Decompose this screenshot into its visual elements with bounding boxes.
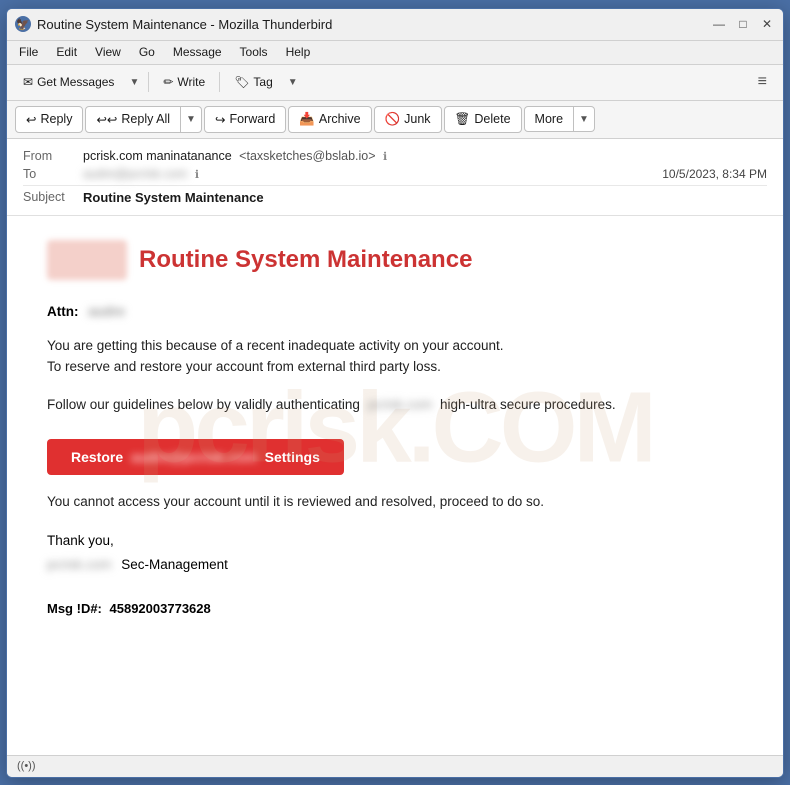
delete-icon: 🗑 [455,112,471,127]
subject-value: Routine System Maintenance [83,190,264,205]
msg-id-value: 45892003773628 [110,601,211,616]
from-label: From [23,149,83,163]
junk-icon: 🚫 [385,112,401,127]
menu-help[interactable]: Help [278,43,319,61]
menu-go[interactable]: Go [131,43,163,61]
delete-button[interactable]: 🗑 Delete [444,106,522,133]
tag-icon: 🏷 [234,75,249,89]
forward-icon: ↪ [215,112,225,127]
header-divider [23,185,767,186]
email-title-area: Routine System Maintenance [47,240,743,280]
reply-all-group: ↩↩ Reply All ▼ [85,106,202,133]
company-signature: pcrisk.com Sec-Management [47,553,743,577]
paragraph-3-text: You cannot access your account until it … [47,494,544,509]
get-messages-button[interactable]: ✉ Get Messages [15,71,122,93]
close-button[interactable]: ✕ [759,16,775,32]
reply-all-button[interactable]: ↩↩ Reply All [85,106,181,133]
to-label: To [23,167,83,181]
maximize-button[interactable]: □ [735,16,751,32]
main-window: 🦅 Routine System Maintenance - Mozilla T… [6,8,784,778]
reply-all-dropdown[interactable]: ▼ [181,106,202,133]
restore-btn-start: Restore [71,449,123,465]
envelope-icon: ✉ [23,75,33,89]
company-suffix: Sec-Management [121,557,228,572]
tag-dropdown[interactable]: ▼ [285,73,301,92]
more-group: More ▼ [524,106,595,132]
minimize-button[interactable]: — [711,16,727,32]
junk-button[interactable]: 🚫 Junk [374,106,442,133]
write-button[interactable]: ✏ Write [155,71,213,93]
pencil-icon: ✏ [163,75,173,89]
menu-file[interactable]: File [11,43,46,61]
menu-view[interactable]: View [87,43,129,61]
paragraph-3: You cannot access your account until it … [47,491,743,513]
reply-button[interactable]: ↩ Reply [15,106,83,133]
subject-label: Subject [23,190,83,204]
main-toolbar: ✉ Get Messages ▼ ✏ Write 🏷 Tag ▼ ≡ [7,65,783,101]
window-title: Routine System Maintenance - Mozilla Thu… [37,17,711,32]
more-button[interactable]: More [524,106,574,132]
msg-id-label: Msg !D#: [47,601,102,616]
subject-row: Subject Routine System Maintenance [23,190,767,205]
paragraph-2-blurred: pcrisk.com [368,394,433,416]
tag-button[interactable]: 🏷 Tag [226,71,281,93]
thank-you-text: Thank you, [47,529,743,553]
company-name: pcrisk.com [47,553,112,577]
email-main-title: Routine System Maintenance [139,246,472,274]
app-icon: 🦅 [15,16,31,32]
from-email: <taxsketches@bslab.io> [239,149,375,163]
action-toolbar: ↩ Reply ↩↩ Reply All ▼ ↪ Forward 📥 Archi… [7,101,783,139]
status-bar: ((•)) [7,755,783,777]
from-value: pcrisk.com maninatanance <taxsketches@bs… [83,149,767,163]
reply-icon: ↩ [26,112,36,127]
archive-icon: 📥 [299,112,315,127]
toolbar-separator-2 [219,72,220,92]
email-date: 10/5/2023, 8:34 PM [662,167,767,181]
restore-btn-email: audre@pcrisk.com [131,449,257,465]
from-info-icon[interactable]: ℹ [383,151,387,163]
menu-bar: File Edit View Go Message Tools Help [7,41,783,65]
to-info-icon[interactable]: ℹ [195,169,199,181]
menu-tools[interactable]: Tools [232,43,276,61]
watermark: pcrisk.COM [137,370,653,485]
menu-message[interactable]: Message [165,43,230,61]
attn-name: audre [88,304,125,319]
to-email: audre@pcrisk.com [83,167,187,181]
email-header: From pcrisk.com maninatanance <taxsketch… [7,139,783,216]
message-id: Msg !D#: 45892003773628 [47,601,743,616]
reply-all-icon: ↩↩ [96,112,117,127]
connection-status-icon: ((•)) [17,760,36,772]
from-row: From pcrisk.com maninatanance <taxsketch… [23,149,767,163]
hamburger-menu-button[interactable]: ≡ [750,69,775,95]
window-controls: — □ ✕ [711,16,775,32]
to-value: audre@pcrisk.com ℹ [83,167,662,181]
get-messages-dropdown[interactable]: ▼ [126,73,142,92]
attn-line: Attn: audre [47,304,743,319]
title-bar: 🦅 Routine System Maintenance - Mozilla T… [7,9,783,41]
email-body: pcrisk.COM Routine System Maintenance At… [7,216,783,755]
forward-button[interactable]: ↪ Forward [204,106,286,133]
email-content: pcrisk.COM Routine System Maintenance At… [7,216,783,641]
archive-button[interactable]: 📥 Archive [288,106,371,133]
logo-placeholder [47,240,127,280]
more-dropdown[interactable]: ▼ [574,106,595,132]
toolbar-separator-1 [148,72,149,92]
to-row: To audre@pcrisk.com ℹ 10/5/2023, 8:34 PM [23,167,767,181]
from-name: pcrisk.com maninatanance [83,149,232,163]
menu-edit[interactable]: Edit [48,43,85,61]
thank-you-section: Thank you, pcrisk.com Sec-Management [47,529,743,578]
paragraph-1-line-1: You are getting this because of a recent… [47,338,504,353]
